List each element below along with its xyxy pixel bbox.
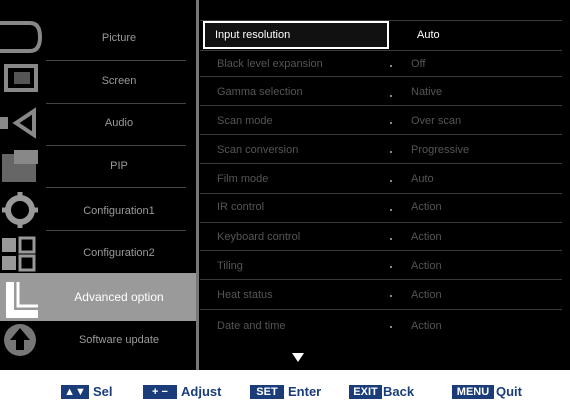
menu-item-tiling[interactable]: Tiling [217,260,243,272]
back-hint: Back [383,384,415,399]
row-divider [200,134,562,135]
exit-key-badge: EXIT [349,385,382,399]
grid-icon [2,236,36,272]
audio-icon [0,107,36,139]
menu-item-ir-control[interactable]: IR control [217,201,264,213]
menu-value-date-and-time[interactable]: Action [411,320,442,332]
menu-item-film-mode[interactable]: Film mode [217,173,268,185]
menu-value-scan-conversion[interactable]: Progressive [411,144,469,156]
update-icon [4,324,36,356]
menu-value-tiling[interactable]: Action [411,260,442,272]
row-dot [390,238,392,240]
scroll-down-arrow-icon[interactable] [292,353,304,362]
menu-value-keyboard-control[interactable]: Action [411,231,442,243]
sel-hint: Sel [93,384,113,399]
row-divider [200,193,562,194]
menu-value-film-mode[interactable]: Auto [411,173,434,185]
row-dot [390,95,392,97]
row-dot [390,295,392,297]
set-key-badge: SET [250,385,284,399]
sidebar-item-software-update[interactable]: Software update [44,334,194,346]
sidebar-item-picture[interactable]: Picture [44,32,194,44]
row-dot [390,180,392,182]
row-divider [200,50,562,51]
sidebar-item-pip[interactable]: PIP [44,160,194,172]
sidebar-item-audio[interactable]: Audio [44,117,194,129]
menu-key-badge: MENU [452,385,494,399]
picture-icon [0,21,43,53]
vertical-divider [196,0,199,370]
row-divider [200,163,562,164]
menu-item-keyboard-control[interactable]: Keyboard control [217,231,300,243]
advanced-icon [6,282,38,318]
sidebar-divider [46,145,186,146]
screen-icon [4,64,38,92]
sel-key-badge: ▲▼ [61,385,89,399]
sidebar-divider [46,187,186,188]
menu-value-scan-mode[interactable]: Over scan [411,115,461,127]
menu-item-scan-conversion[interactable]: Scan conversion [217,144,298,156]
row-divider [200,222,562,223]
menu-item-scan-mode[interactable]: Scan mode [217,115,273,127]
sidebar-divider [46,60,186,61]
adjust-hint: Adjust [181,384,222,399]
sidebar-divider [46,103,186,104]
pip-icon [2,150,38,182]
sidebar-divider [46,230,186,231]
menu-item-heat-status[interactable]: Heat status [217,289,273,301]
row-divider [200,76,562,77]
row-dot [390,209,392,211]
row-dot [390,151,392,153]
row-dot [390,65,392,67]
row-dot [390,266,392,268]
quit-hint: Quit [496,384,522,399]
sidebar-item-screen[interactable]: Screen [44,75,194,87]
menu-value-black-level-expansion[interactable]: Off [411,58,425,70]
row-divider [200,105,562,106]
gear-icon [2,192,38,228]
row-divider [200,250,562,251]
menu-item-gamma-selection[interactable]: Gamma selection [217,86,303,98]
enter-hint: Enter [288,384,322,399]
menu-value-heat-status[interactable]: Action [411,289,442,301]
menu-value-ir-control[interactable]: Action [411,201,442,213]
menu-item-black-level-expansion[interactable]: Black level expansion [217,58,323,70]
menu-value-input-resolution[interactable]: Auto [417,29,440,41]
row-divider [200,279,562,280]
row-divider [200,309,562,310]
sidebar-item-advanced-option[interactable]: Advanced option [44,290,194,304]
menu-item-date-and-time[interactable]: Date and time [217,320,285,332]
row-dot [390,326,392,328]
osd-menu: Picture Screen Audio PIP Configuration1 … [0,0,570,370]
row-dot [390,122,392,124]
sidebar-item-configuration2[interactable]: Configuration2 [44,247,194,259]
sidebar-item-configuration1[interactable]: Configuration1 [44,205,194,217]
adjust-key-badge: + − [143,385,177,399]
menu-value-gamma-selection[interactable]: Native [411,86,442,98]
menu-item-input-resolution[interactable]: Input resolution [215,29,290,41]
